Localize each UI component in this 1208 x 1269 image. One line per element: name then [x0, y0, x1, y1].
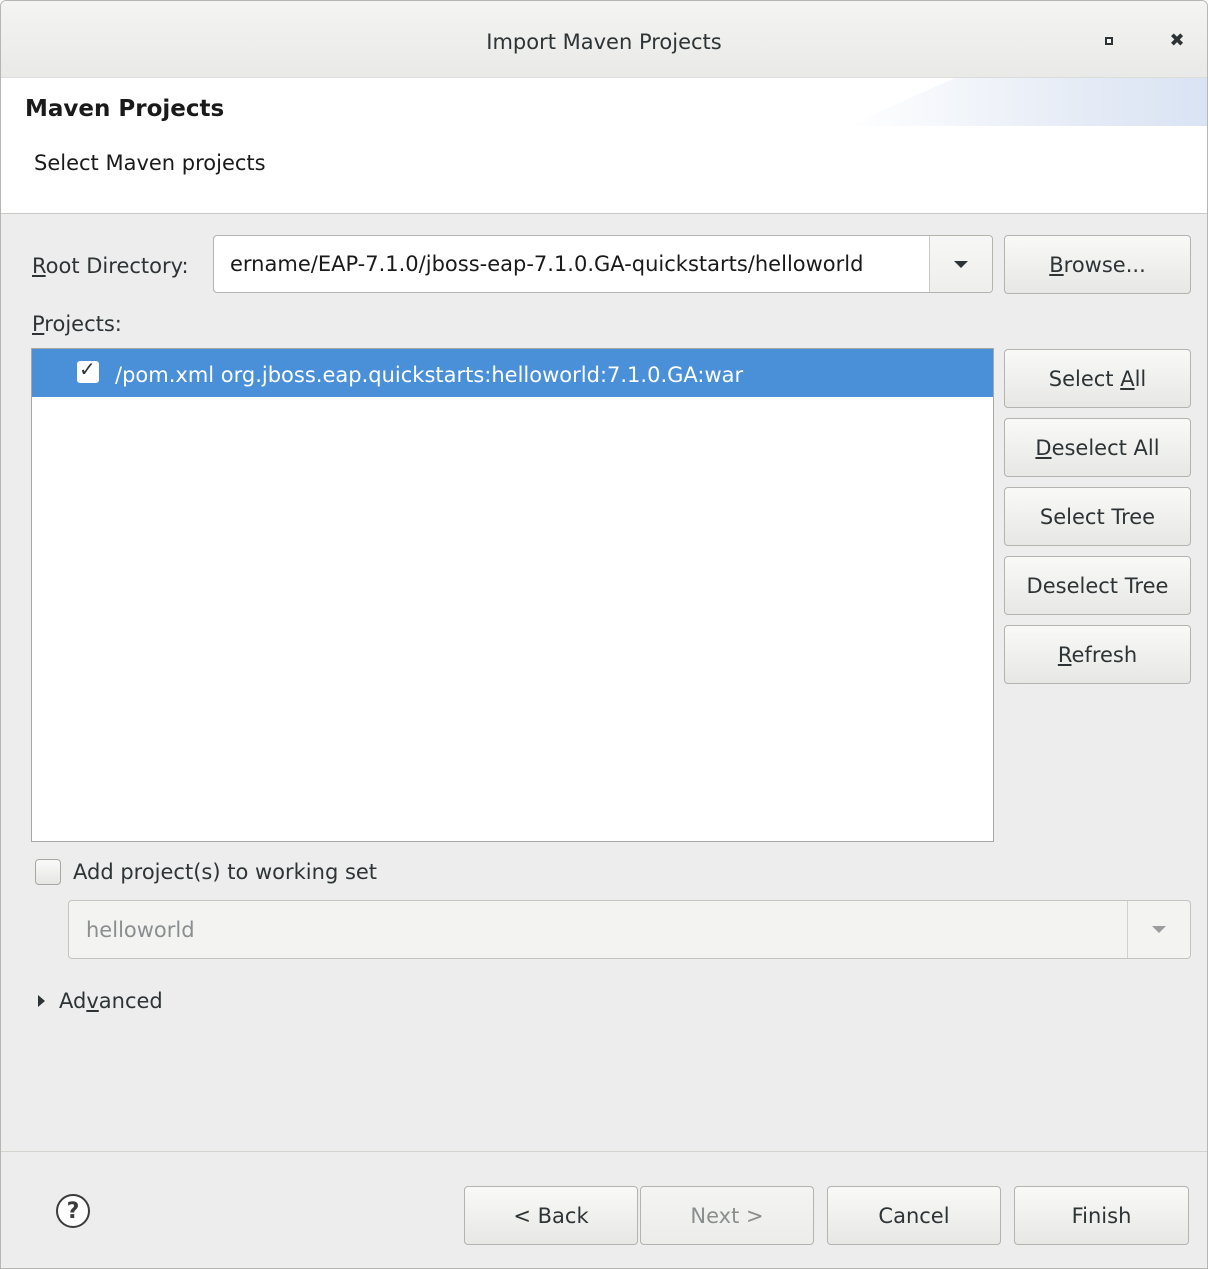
wizard-header: Maven Projects Select Maven projects [1, 78, 1207, 214]
checkmark-icon: ✓ [79, 357, 96, 381]
title-bar[interactable]: Import Maven Projects ✖ [1, 1, 1207, 78]
help-icon[interactable]: ? [56, 1194, 90, 1228]
working-set-checkbox-label[interactable]: Add project(s) to working set [73, 860, 377, 884]
project-row[interactable]: ✓ /pom.xml org.jboss.eap.quickstarts:hel… [32, 349, 993, 397]
finish-button[interactable]: Finish [1014, 1186, 1189, 1245]
deselect-all-button[interactable]: Deselect All [1004, 418, 1191, 477]
import-maven-projects-dialog: Import Maven Projects ✖ Maven Projects S… [0, 0, 1208, 1269]
cancel-button[interactable]: Cancel [827, 1186, 1001, 1245]
expander-arrow-icon[interactable] [38, 995, 45, 1007]
chevron-down-icon [1152, 926, 1166, 933]
working-set-combo: helloworld [68, 900, 1191, 959]
refresh-button[interactable]: Refresh [1004, 625, 1191, 684]
project-row-text: /pom.xml org.jboss.eap.quickstarts:hello… [115, 363, 744, 387]
browse-button[interactable]: Browse... [1004, 235, 1191, 294]
root-directory-combo[interactable]: ername/EAP-7.1.0/jboss-eap-7.1.0.GA-quic… [213, 235, 993, 293]
advanced-expander[interactable]: Advanced [59, 989, 163, 1013]
working-set-input: helloworld [86, 918, 195, 942]
maximize-button[interactable] [1095, 27, 1123, 55]
root-directory-input[interactable]: ername/EAP-7.1.0/jboss-eap-7.1.0.GA-quic… [230, 252, 863, 276]
root-directory-label: Root Directory: [32, 254, 189, 278]
page-description: Select Maven projects [34, 151, 266, 175]
project-checkbox[interactable]: ✓ [77, 357, 99, 383]
close-icon: ✖ [1169, 30, 1185, 51]
root-directory-dropdown-button[interactable] [929, 236, 992, 292]
back-button[interactable]: < Back [464, 1186, 638, 1245]
chevron-down-icon [954, 260, 968, 268]
next-button: Next > [640, 1186, 814, 1245]
page-title: Maven Projects [25, 96, 225, 122]
maximize-icon [1105, 37, 1113, 45]
select-all-button[interactable]: Select All [1004, 349, 1191, 408]
footer-separator [1, 1151, 1207, 1152]
select-tree-button[interactable]: Select Tree [1004, 487, 1191, 546]
projects-tree[interactable]: ✓ /pom.xml org.jboss.eap.quickstarts:hel… [31, 348, 994, 842]
deselect-tree-button[interactable]: Deselect Tree [1004, 556, 1191, 615]
header-banner-decoration [847, 78, 1207, 126]
window-title: Import Maven Projects [486, 30, 722, 54]
close-button[interactable]: ✖ [1163, 27, 1191, 55]
working-set-dropdown-button [1127, 901, 1190, 958]
projects-label: Projects: [32, 312, 122, 336]
working-set-checkbox[interactable] [35, 859, 61, 885]
